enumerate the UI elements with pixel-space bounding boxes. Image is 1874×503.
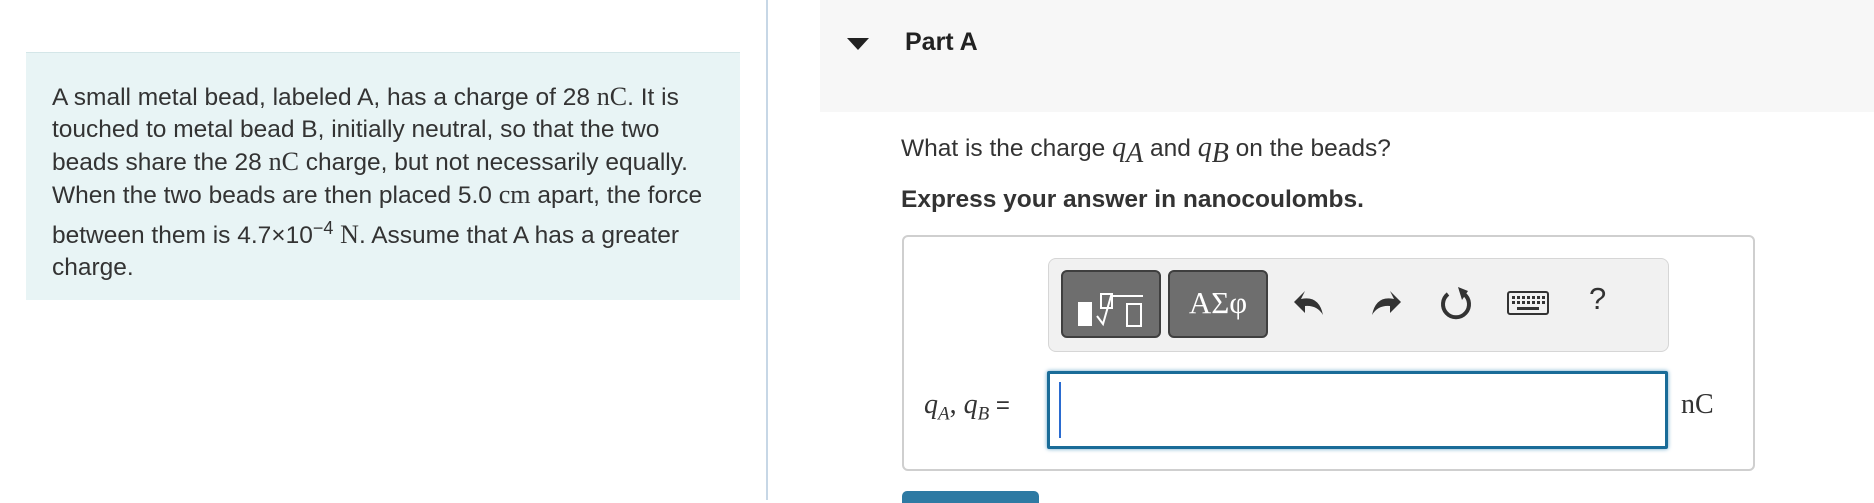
templates-icon — [1078, 293, 1143, 327]
answer-unit: nC — [1681, 389, 1714, 420]
reset-icon[interactable] — [1434, 281, 1478, 325]
redo-icon[interactable] — [1362, 281, 1406, 325]
symbols-button[interactable]: ΑΣφ — [1168, 270, 1268, 338]
answer-equals: = — [989, 392, 1010, 419]
answer-comma: , — [949, 389, 964, 420]
answer-sub-a: A — [938, 403, 950, 425]
question-text: What is the charge qA and qB on the bead… — [901, 132, 1391, 170]
question-prefix: What is the charge — [901, 135, 1113, 162]
problem-statement: A small metal bead, labeled A, has a cha… — [26, 52, 740, 300]
keyboard-icon[interactable] — [1507, 287, 1549, 319]
answer-input[interactable] — [1047, 371, 1668, 449]
answer-instruction: Express your answer in nanocoulombs. — [901, 186, 1364, 213]
problem-unit-1: nC — [596, 82, 628, 111]
answer-q-b: q — [963, 389, 978, 420]
collapse-triangle-icon[interactable] — [847, 38, 869, 50]
panel-divider — [766, 0, 768, 500]
part-header[interactable]: Part A — [820, 0, 1874, 112]
question-and: and — [1143, 135, 1198, 162]
math-toolbar: ΑΣφ ? — [1048, 258, 1669, 352]
help-button[interactable]: ? — [1589, 281, 1606, 317]
answer-box: ΑΣφ ? qA, qB = nC — [902, 235, 1755, 471]
part-title: Part A — [905, 28, 978, 56]
problem-exponent: −4 — [312, 218, 334, 238]
problem-unit-2: nC — [268, 147, 299, 176]
problem-text-1: A small metal bead, labeled A, has a cha… — [52, 84, 597, 111]
submit-button[interactable] — [902, 491, 1039, 503]
text-caret — [1059, 382, 1061, 438]
question-q-a: q — [1112, 132, 1127, 163]
question-suffix: on the beads? — [1228, 135, 1391, 162]
templates-button[interactable] — [1061, 270, 1161, 338]
undo-icon[interactable] — [1289, 281, 1333, 325]
question-sub-b: B — [1211, 137, 1229, 169]
problem-unit-3: cm — [498, 180, 531, 209]
answer-sub-b: B — [977, 403, 990, 425]
problem-unit-4: N — [340, 220, 359, 250]
question-sub-a: A — [1126, 137, 1144, 169]
question-q-b: q — [1197, 132, 1212, 163]
answer-label: qA, qB = — [924, 389, 1010, 426]
answer-q-a: q — [924, 389, 938, 420]
